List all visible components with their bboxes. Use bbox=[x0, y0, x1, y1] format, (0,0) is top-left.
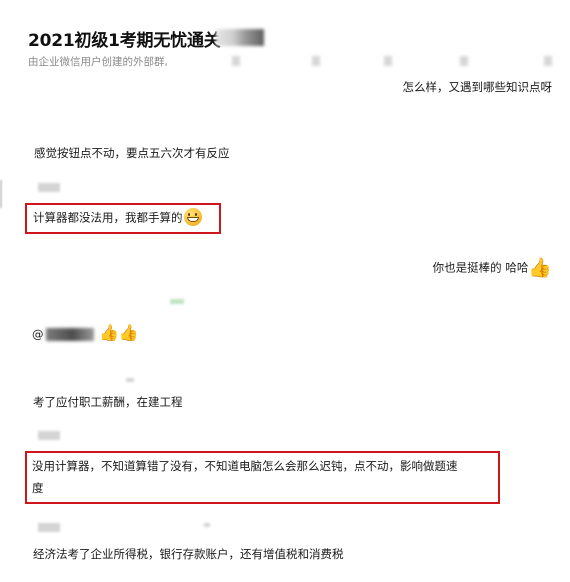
sender-name-redacted bbox=[38, 183, 60, 192]
redacted-region bbox=[460, 56, 468, 66]
message-incoming-mention: @ bbox=[32, 326, 44, 343]
message-text: 计算器都没法用，我都手算的 bbox=[33, 210, 183, 225]
title-redacted-region bbox=[216, 29, 264, 46]
message-incoming-highlighted-line2: 度 bbox=[32, 481, 44, 495]
message-outgoing: 你也是挺棒的 哈哈👍 bbox=[432, 257, 552, 279]
redacted-region bbox=[384, 56, 392, 66]
redacted-region bbox=[232, 56, 240, 66]
mention-prefix: @ bbox=[32, 327, 44, 341]
thumbs-up-icon: 👍 bbox=[118, 322, 139, 342]
mention-name-redacted bbox=[46, 328, 94, 341]
message-outgoing: 怎么样，又遇到哪些知识点呀 bbox=[402, 80, 553, 94]
grinning-face-icon bbox=[183, 208, 202, 226]
sender-name-redacted bbox=[38, 431, 60, 440]
redacted-region bbox=[204, 523, 210, 527]
chat-title: 2021初级1考期无忧通关 bbox=[28, 31, 221, 51]
thumbs-up-icon: 👍 bbox=[99, 322, 119, 342]
redacted-region bbox=[0, 180, 2, 208]
thumbs-up-icon: 👍 bbox=[528, 257, 552, 279]
message-incoming-highlighted-line1: 没用计算器，不知道算错了没有，不知道电脑怎么会那么迟钝，点不动，影响做题速 bbox=[32, 459, 458, 473]
thumbs-up-reactions: 👍👍 bbox=[99, 322, 139, 342]
message-incoming-highlighted: 计算器都没法用，我都手算的 bbox=[33, 208, 202, 227]
redacted-region bbox=[126, 378, 134, 382]
redacted-region bbox=[312, 56, 320, 66]
chat-subtitle: 由企业微信用户创建的外部群, bbox=[28, 56, 168, 68]
redacted-region bbox=[544, 56, 552, 66]
message-incoming: 经济法考了企业所得税，银行存款账户，还有增值税和消费税 bbox=[33, 547, 344, 561]
message-text: 你也是挺棒的 哈哈 bbox=[432, 260, 529, 275]
redacted-region bbox=[170, 299, 184, 304]
message-incoming: 考了应付职工薪酬，在建工程 bbox=[33, 395, 183, 409]
sender-name-redacted bbox=[38, 523, 60, 532]
message-incoming: 感觉按钮点不动，要点五六次才有反应 bbox=[34, 146, 230, 160]
